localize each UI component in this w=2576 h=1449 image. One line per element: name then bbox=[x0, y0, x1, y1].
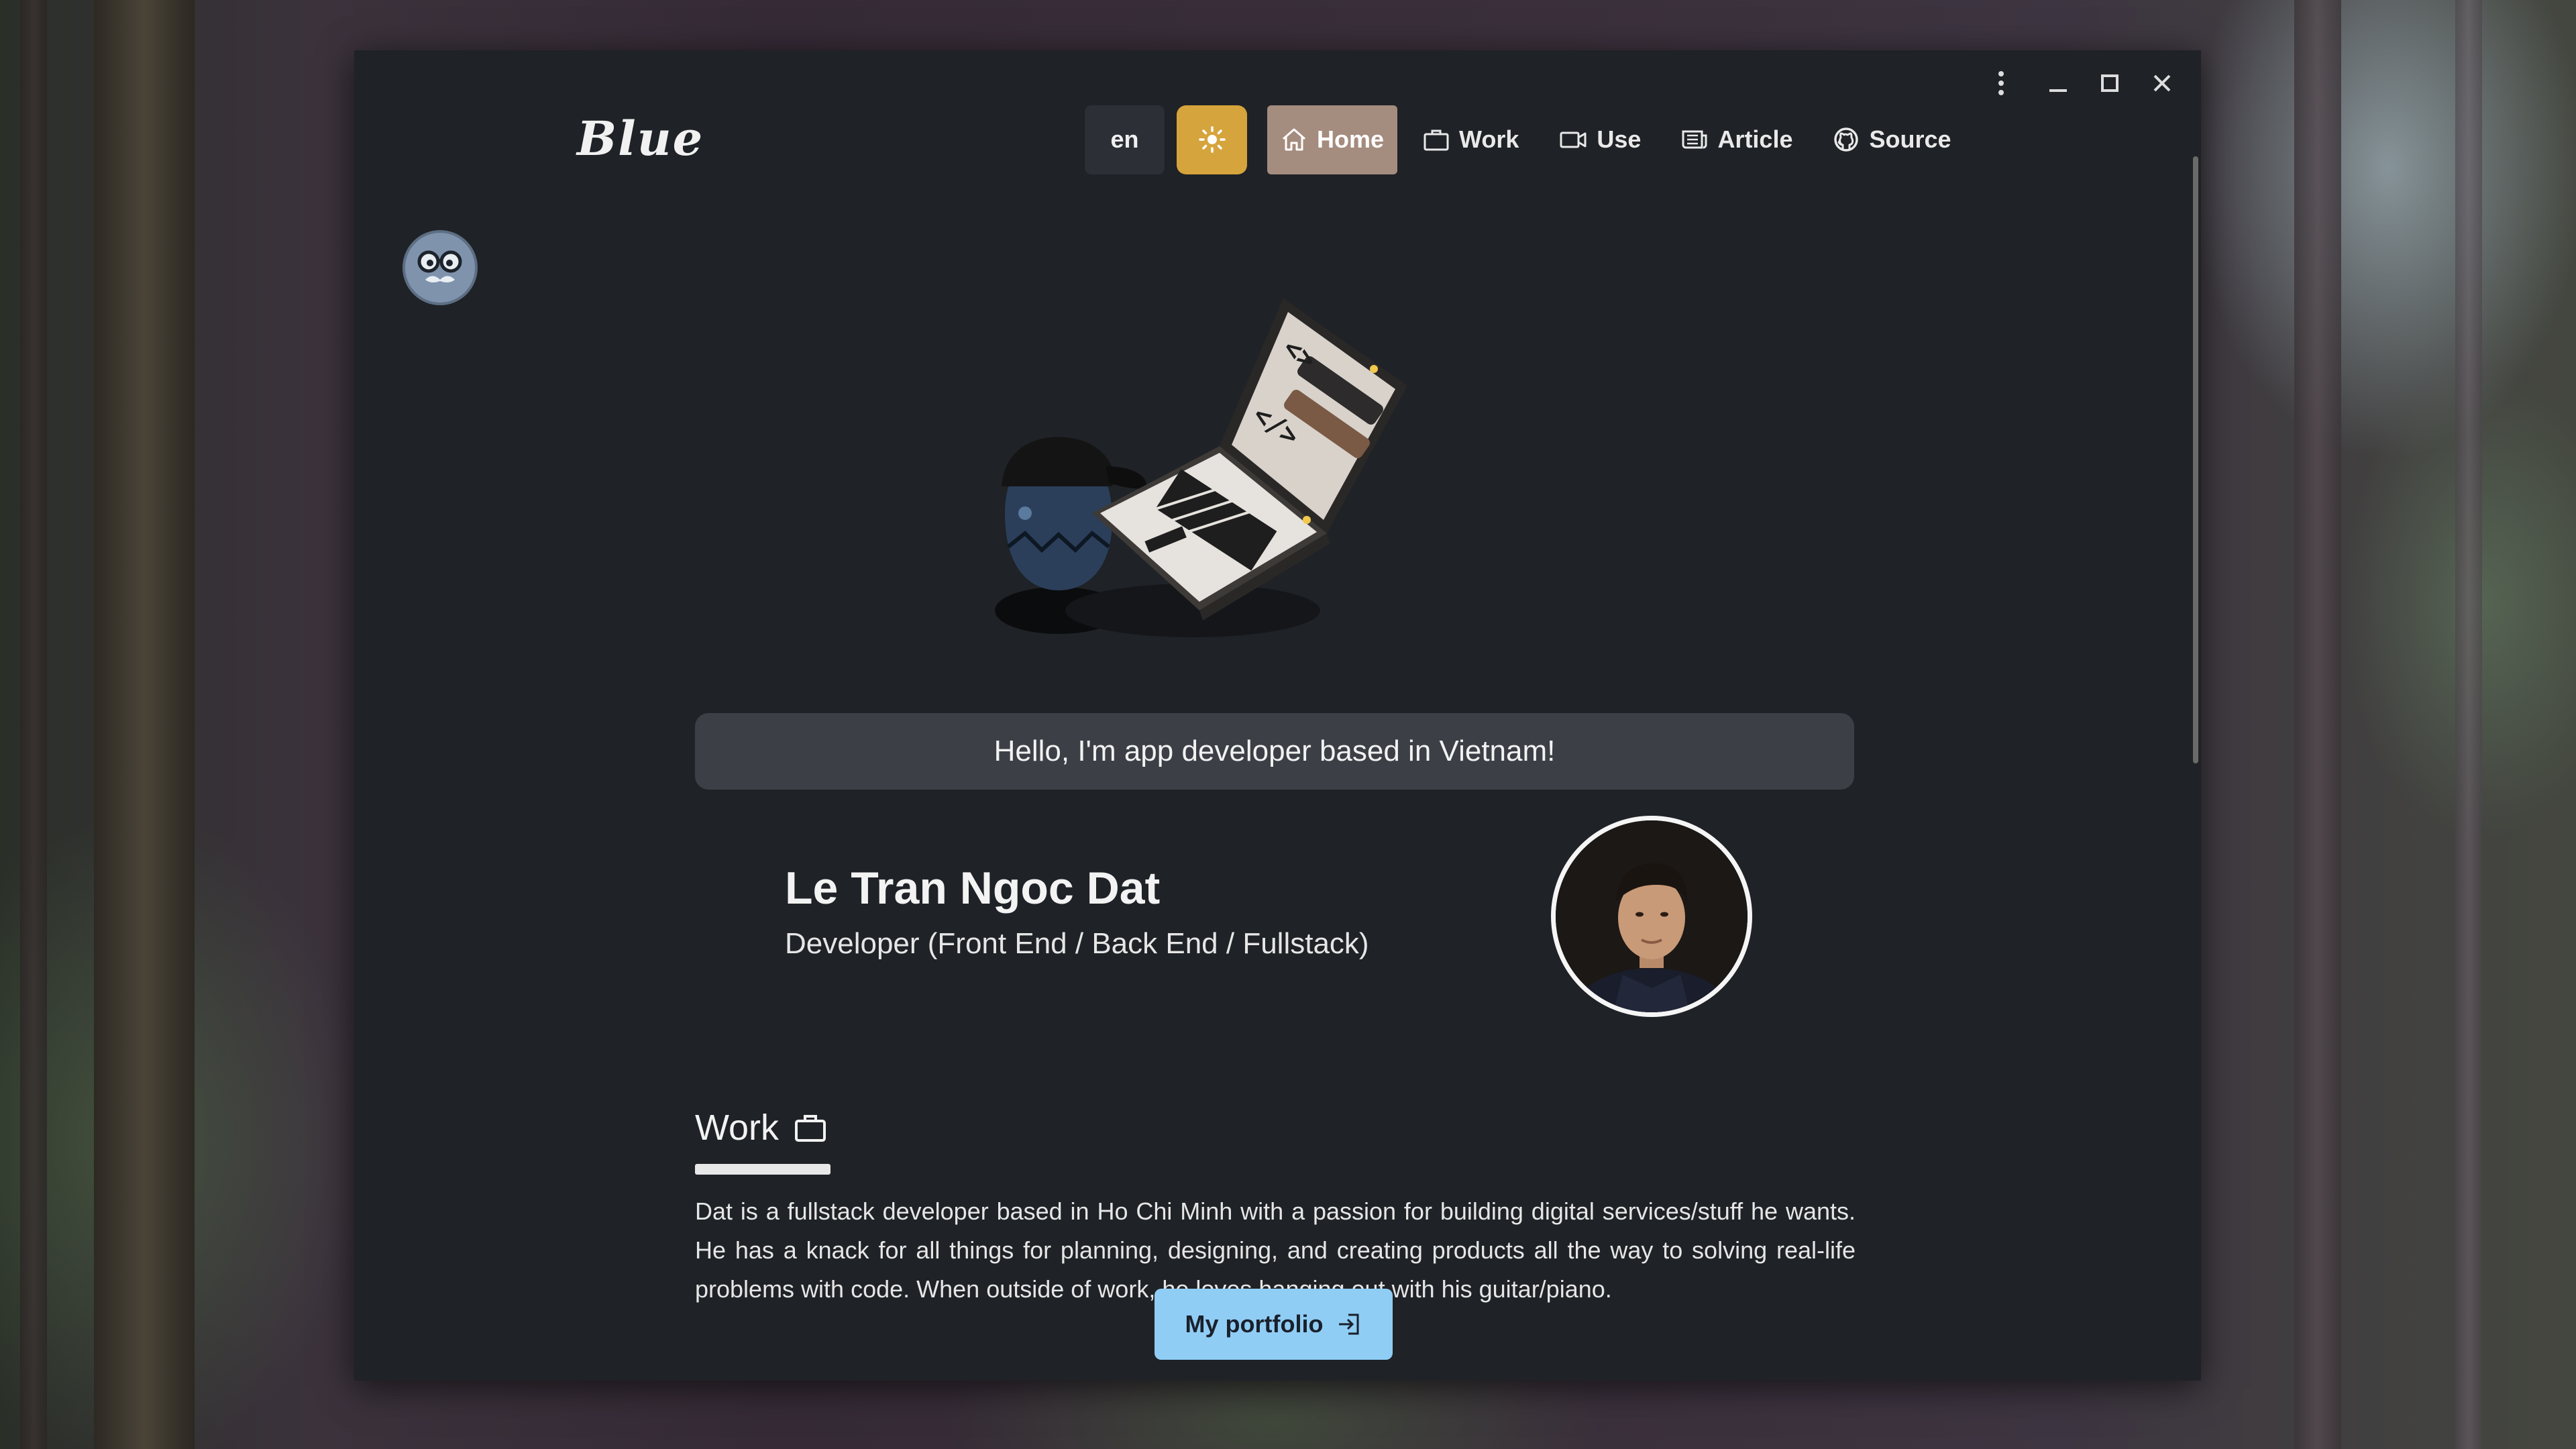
nav-home[interactable]: Home bbox=[1267, 105, 1398, 174]
work-section-title: Work bbox=[695, 1107, 827, 1148]
greeting-banner: Hello, I'm app developer based in Vietna… bbox=[695, 713, 1854, 790]
work-section-label: Work bbox=[695, 1108, 780, 1148]
nav-use-label: Use bbox=[1597, 125, 1642, 153]
background-tree bbox=[94, 0, 195, 1449]
profile-avatar bbox=[1551, 816, 1752, 1017]
newspaper-icon bbox=[1682, 130, 1707, 149]
briefcase-icon bbox=[1424, 129, 1449, 151]
profile-role: Developer (Front End / Back End / Fullst… bbox=[785, 927, 1369, 960]
app-window: Blue en Home Work Use Article Source <> … bbox=[354, 50, 2201, 1381]
top-nav: en Home Work Use Article Source bbox=[1085, 105, 1977, 174]
sun-icon bbox=[1198, 126, 1226, 153]
maximize-icon[interactable] bbox=[2092, 65, 2128, 101]
briefcase-icon bbox=[795, 1115, 826, 1142]
nav-work-label: Work bbox=[1459, 125, 1519, 153]
minimize-icon[interactable] bbox=[2040, 65, 2076, 101]
portfolio-button[interactable]: My portfolio bbox=[1155, 1289, 1393, 1360]
home-icon bbox=[1283, 128, 1305, 151]
hero-laptop-illustration: <> </> bbox=[995, 299, 1407, 637]
background-tree bbox=[20, 0, 47, 1449]
github-icon bbox=[1834, 127, 1859, 152]
language-button[interactable]: en bbox=[1085, 105, 1165, 174]
nav-use[interactable]: Use bbox=[1544, 105, 1656, 174]
mascot-badge[interactable] bbox=[402, 230, 478, 305]
nav-source-label: Source bbox=[1869, 125, 1951, 153]
portfolio-button-label: My portfolio bbox=[1185, 1310, 1324, 1338]
close-icon[interactable] bbox=[2144, 65, 2180, 101]
scrollbar[interactable] bbox=[2192, 104, 2201, 1381]
nav-source[interactable]: Source bbox=[1818, 105, 1966, 174]
nav-article-label: Article bbox=[1717, 125, 1793, 153]
site-logo[interactable]: Blue bbox=[577, 111, 704, 166]
nav-work[interactable]: Work bbox=[1408, 105, 1534, 174]
profile-name: Le Tran Ngoc Dat bbox=[785, 863, 1161, 914]
background-tree bbox=[2294, 0, 2341, 1449]
section-underline bbox=[695, 1164, 830, 1175]
login-arrow-icon bbox=[1339, 1313, 1359, 1335]
nav-article[interactable]: Article bbox=[1666, 105, 1807, 174]
nav-home-label: Home bbox=[1317, 125, 1385, 153]
theme-toggle-button[interactable] bbox=[1177, 105, 1247, 174]
background-tree bbox=[2455, 0, 2482, 1449]
more-options-icon[interactable] bbox=[1983, 65, 2019, 101]
video-camera-icon bbox=[1560, 131, 1587, 148]
scrollbar-thumb[interactable] bbox=[2193, 156, 2198, 763]
